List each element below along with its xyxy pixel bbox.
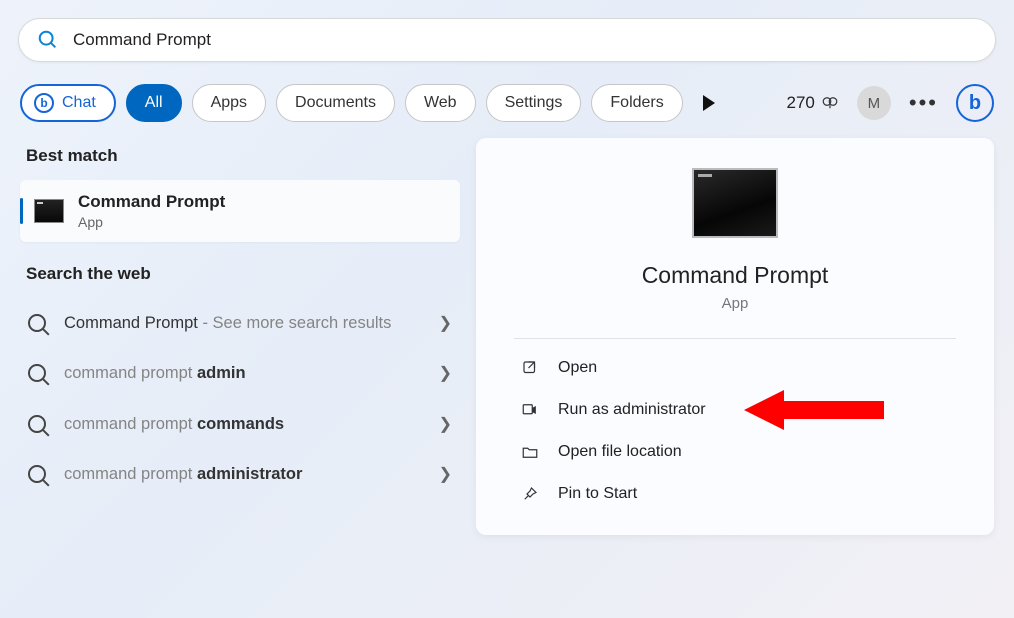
trophy-icon [821,94,839,112]
annotation-arrow-icon [744,385,884,435]
web-result-1[interactable]: command prompt admin ❯ [20,348,460,398]
search-bar[interactable] [18,18,996,62]
web-result-text: command prompt admin [64,362,439,384]
search-icon [28,314,46,332]
points-value: 270 [787,93,815,113]
best-match-card[interactable]: Command Prompt App [20,180,460,242]
expand-triangle-icon[interactable] [703,95,715,111]
search-web-heading: Search the web [26,264,454,284]
cmd-thumbnail-icon [34,199,64,223]
chevron-right-icon: ❯ [439,414,452,434]
action-label: Run as administrator [558,401,706,419]
best-match-heading: Best match [26,146,454,166]
bing-icon[interactable]: b [956,84,994,122]
search-icon [28,465,46,483]
preview-subtitle: App [514,295,956,312]
pin-icon [520,484,540,504]
web-result-0[interactable]: Command Prompt - See more search results… [20,298,460,348]
user-avatar[interactable]: M [857,86,891,120]
search-icon [37,29,59,51]
web-result-3[interactable]: command prompt administrator ❯ [20,449,460,499]
rewards-points[interactable]: 270 [787,93,839,113]
divider [514,338,956,339]
more-icon[interactable]: ••• [909,90,938,116]
action-run-admin[interactable]: Run as administrator [514,389,956,431]
chevron-right-icon: ❯ [439,464,452,484]
filter-row: b Chat All Apps Documents Web Settings F… [20,84,994,122]
app-thumbnail-icon [692,168,778,238]
filter-documents[interactable]: Documents [276,84,395,122]
web-result-text: command prompt administrator [64,463,439,485]
action-open-location[interactable]: Open file location [514,431,956,473]
action-label: Open file location [558,443,682,461]
open-icon [520,358,540,378]
action-open[interactable]: Open [514,347,956,389]
main-content: Best match Command Prompt App Search the… [20,138,994,535]
chevron-right-icon: ❯ [439,313,452,333]
search-icon [28,364,46,382]
preview-panel: Command Prompt App Open Run as administr… [476,138,994,535]
web-result-text: Command Prompt - See more search results [64,312,439,334]
chat-chip[interactable]: b Chat [20,84,116,122]
best-match-subtitle: App [78,214,225,230]
results-column: Best match Command Prompt App Search the… [20,138,460,535]
action-label: Pin to Start [558,485,637,503]
action-pin[interactable]: Pin to Start [514,473,956,515]
filter-settings[interactable]: Settings [486,84,582,122]
preview-title: Command Prompt [514,262,956,289]
action-label: Open [558,359,597,377]
filter-web[interactable]: Web [405,84,476,122]
chat-bubble-icon: b [34,93,54,113]
web-result-2[interactable]: command prompt commands ❯ [20,399,460,449]
filter-apps[interactable]: Apps [192,84,266,122]
search-input[interactable] [73,30,977,50]
chevron-right-icon: ❯ [439,363,452,383]
shield-icon [520,400,540,420]
folder-icon [520,442,540,462]
header-right: 270 M ••• b [787,84,994,122]
best-match-title: Command Prompt [78,192,225,212]
filter-folders[interactable]: Folders [591,84,682,122]
web-result-text: command prompt commands [64,413,439,435]
filter-all[interactable]: All [126,84,182,122]
search-icon [28,415,46,433]
chat-label: Chat [62,94,96,112]
